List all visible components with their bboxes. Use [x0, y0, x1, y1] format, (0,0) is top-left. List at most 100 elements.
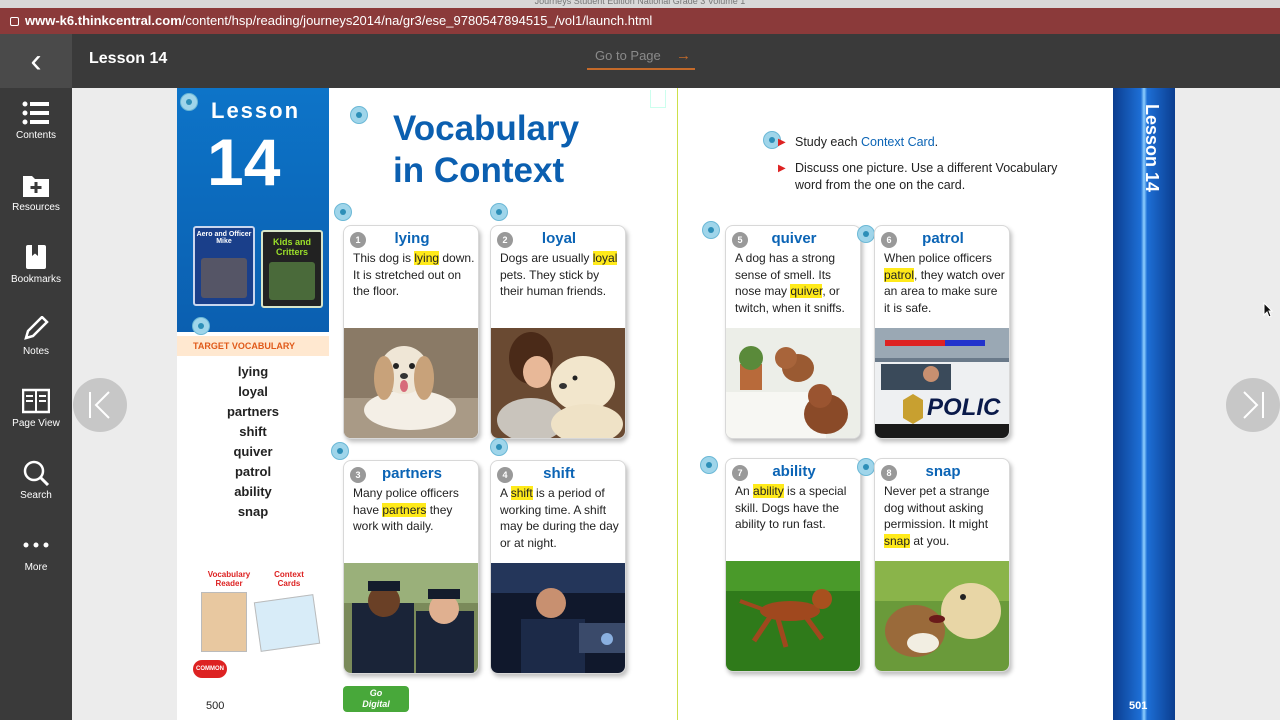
- chevron-left-icon: [89, 391, 110, 419]
- card-text: An ability is a special skill. Dogs have…: [735, 483, 857, 533]
- sidebar-item-label: Contents: [15, 130, 57, 141]
- vocab-card-snap[interactable]: 8 snap Never pet a strange dog without a…: [874, 458, 1010, 672]
- card-word: loyal: [541, 230, 577, 247]
- audio-button[interactable]: [180, 93, 198, 111]
- card-word: patrol: [922, 230, 964, 247]
- go-digital-text: Go: [369, 688, 383, 698]
- top-toolbar: ‹ Lesson 14 Go to Page →: [0, 34, 1280, 88]
- lesson-banner: Lesson 14 Aero and Officer Mike Kids and…: [177, 88, 329, 332]
- sidebar-item-label: Notes: [22, 346, 50, 357]
- vocab-card-lying[interactable]: 1 lying This dog is lying down. It is st…: [343, 225, 479, 439]
- previous-page-button[interactable]: [73, 378, 127, 432]
- sidebar-item-contents[interactable]: Contents: [0, 100, 72, 166]
- next-page-button[interactable]: [1226, 378, 1280, 432]
- audio-button[interactable]: [490, 203, 508, 221]
- vocab-card-shift[interactable]: 4 shift A shift is a period of working t…: [490, 460, 626, 674]
- folder-plus-icon: [23, 176, 49, 197]
- book-cover-aero[interactable]: Aero and Officer Mike: [193, 226, 255, 306]
- sidebar-item-label: Resources: [12, 202, 60, 213]
- page-number-left: 500: [206, 700, 225, 712]
- highlighted-word: partners: [382, 502, 427, 517]
- sidebar-item-label: Search: [20, 490, 52, 501]
- vocab-word: snap: [237, 504, 269, 519]
- card-word: ability: [772, 463, 816, 480]
- target-vocabulary-label: TARGET VOCABULARY: [177, 336, 329, 356]
- vocab-word: loyal: [238, 384, 268, 399]
- vocab-card-patrol[interactable]: 6 patrol When police officers patrol, th…: [874, 225, 1010, 439]
- vocab-card-quiver[interactable]: 5 quiver A dog has a strong sense of sme…: [725, 225, 861, 439]
- sidebar-item-page-view[interactable]: Page View: [0, 388, 72, 454]
- vocab-card-partners[interactable]: 3 partners Many police officers have par…: [343, 460, 479, 674]
- sidebar-item-more[interactable]: More: [0, 532, 72, 598]
- address-bar[interactable]: www-k6.thinkcentral.com/content/hsp/read…: [0, 8, 1280, 34]
- triangle-bullet-icon: ▶: [778, 163, 786, 174]
- card-word: snap: [925, 463, 961, 480]
- lesson-side-band: Lesson 14 501: [1113, 88, 1175, 720]
- card-photo: [726, 328, 860, 438]
- highlighted-word: patrol: [884, 267, 915, 282]
- police-car-text: POLIC: [927, 394, 1001, 421]
- vocab-card-loyal[interactable]: 2 loyal Dogs are usually loyal pets. The…: [490, 225, 626, 439]
- lock-icon: [10, 17, 19, 26]
- book-title: Aero and Officer Mike: [196, 231, 252, 245]
- lesson-number: 14: [207, 125, 281, 199]
- sidebar-item-bookmarks[interactable]: Bookmarks: [0, 244, 72, 310]
- instruction-text: .: [934, 135, 939, 149]
- card-text-part: Never pet a strange dog without asking p…: [884, 484, 990, 531]
- audio-button[interactable]: [350, 106, 368, 124]
- card-text: This dog is lying down. It is stretched …: [353, 250, 475, 300]
- sidebar-item-search[interactable]: Search: [0, 460, 72, 526]
- card-photo: [344, 328, 478, 438]
- card-text-part: When police officers: [884, 251, 992, 265]
- audio-button[interactable]: [857, 225, 875, 243]
- context-cards-thumbnail: [253, 594, 321, 652]
- audio-button[interactable]: [702, 221, 720, 239]
- highlighted-word: quiver: [790, 284, 823, 298]
- sidebar-item-resources[interactable]: Resources: [0, 172, 72, 238]
- audio-button[interactable]: [490, 438, 508, 456]
- card-photo: POLIC: [875, 328, 1009, 438]
- common-core-badge: COMMON CORE: [193, 660, 227, 690]
- audio-button[interactable]: [857, 458, 875, 476]
- book-title: Kids and Critters: [272, 237, 311, 257]
- context-card-link[interactable]: Context Card: [861, 135, 935, 149]
- sidebar-item-notes[interactable]: Notes: [0, 316, 72, 382]
- card-photo: [491, 328, 625, 438]
- page-view-icon: [22, 388, 50, 414]
- highlighted-word: shift: [510, 486, 533, 500]
- card-text: A dog has a strong sense of smell. Its n…: [735, 250, 857, 316]
- sidebar-item-label: Bookmarks: [10, 274, 61, 285]
- audio-button[interactable]: [331, 442, 349, 460]
- lesson-word: Lesson: [211, 98, 301, 123]
- audio-button[interactable]: [334, 203, 352, 221]
- card-text-part: at you.: [910, 533, 950, 548]
- lesson-band-label: Lesson 14: [1142, 104, 1162, 193]
- audio-button[interactable]: [192, 317, 210, 335]
- bookmark-book-icon: [26, 245, 46, 269]
- vocab-word: shift: [239, 424, 267, 439]
- audio-button[interactable]: [700, 456, 718, 474]
- url-path: /content/hsp/reading/journeys2014/na/gr3…: [181, 13, 653, 28]
- url-host: www-k6.thinkcentral.com: [25, 13, 182, 28]
- back-button[interactable]: ‹: [0, 34, 72, 88]
- go-to-page-field[interactable]: Go to Page →: [587, 46, 695, 70]
- highlighted-word: snap: [884, 533, 911, 548]
- book-cover-kids[interactable]: Kids and Critters: [261, 230, 323, 308]
- vocabulary-reader-label: Vocabulary Reader: [207, 570, 251, 588]
- card-photo: [344, 563, 478, 673]
- vocab-word: patrol: [234, 464, 272, 479]
- sidebar-item-label: Page View: [12, 418, 60, 429]
- page-number-right: 501: [1129, 700, 1148, 712]
- card-text: Many police officers have partners they …: [353, 485, 475, 535]
- sidebar: Contents Resources Bookmarks Notes Page …: [0, 88, 72, 720]
- window-title: Journeys Student Edition National Grade …: [0, 0, 1280, 8]
- vocabulary-reader-thumbnail: [201, 592, 247, 652]
- highlighted-word: ability: [753, 484, 784, 498]
- go-digital-button[interactable]: Go Digital: [343, 686, 409, 712]
- pencil-icon: [24, 316, 49, 340]
- arrow-right-icon[interactable]: →: [676, 46, 691, 66]
- bookmark-icon[interactable]: [650, 90, 666, 108]
- vocab-card-ability[interactable]: 7 ability An ability is a special skill.…: [725, 458, 861, 672]
- instruction-text: Study each: [795, 135, 862, 149]
- card-text-part: A: [500, 486, 511, 500]
